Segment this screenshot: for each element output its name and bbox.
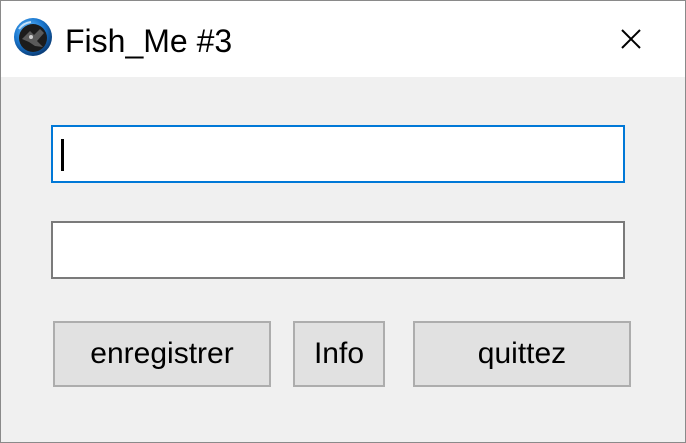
window-title: Fish_Me #3 xyxy=(65,23,233,59)
close-icon xyxy=(621,29,641,49)
second-text-input[interactable] xyxy=(53,223,623,277)
title-bar[interactable]: Fish_Me #3 xyxy=(1,1,685,77)
second-text-field[interactable] xyxy=(51,221,625,279)
first-text-input[interactable] xyxy=(53,127,623,181)
close-button[interactable] xyxy=(585,1,677,77)
info-button[interactable]: Info xyxy=(293,321,385,387)
quit-button[interactable]: quittez xyxy=(413,321,631,387)
first-text-field[interactable] xyxy=(51,125,625,183)
text-caret xyxy=(61,139,64,171)
app-window: Fish_Me #3 enregistrer Info quittez xyxy=(0,0,686,443)
register-button[interactable]: enregistrer xyxy=(53,321,271,387)
app-icon[interactable] xyxy=(13,17,53,57)
